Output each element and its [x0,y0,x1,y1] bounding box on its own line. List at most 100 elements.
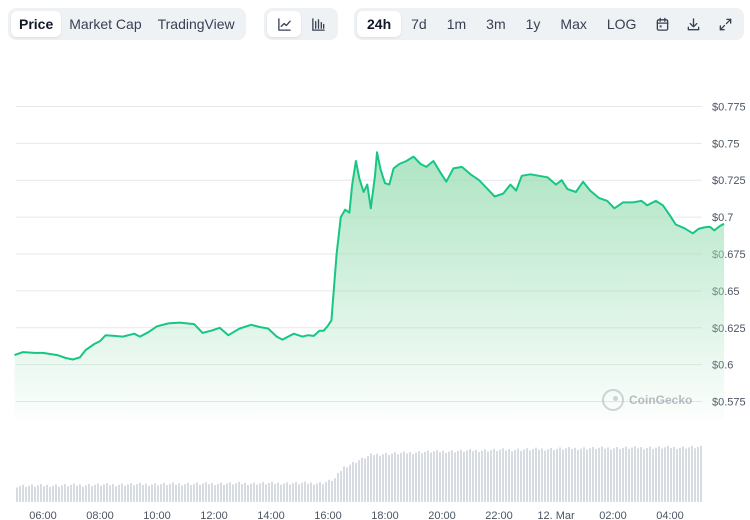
volume-bar [466,450,468,502]
volume-bar [40,483,42,502]
volume-bar [331,480,333,502]
volume-bar [649,446,651,502]
y-tick-label: $0.75 [712,138,740,150]
volume-bar [421,453,423,502]
volume-bar [433,451,435,502]
volume-bar [205,482,207,502]
volume-bar [580,448,582,502]
watermark-text: CoinGecko [629,393,693,407]
x-tick-label: 04:00 [656,510,684,520]
volume-bar [271,481,273,502]
volume-bar [574,447,576,502]
volume-bar [283,483,285,502]
coingecko-logo-icon [602,389,624,411]
volume-bar [562,449,564,502]
volume-bar [541,448,543,502]
volume-bar [388,454,390,502]
volume-bar [352,462,354,502]
volume-bar [505,450,507,502]
volume-bar [472,451,474,502]
volume-bar [178,483,180,502]
volume-bar [382,454,384,502]
volume-bar [265,484,267,502]
volume-bar [109,485,111,502]
volume-bar [307,483,309,502]
volume-bar [346,467,348,502]
volume-bar [145,483,147,502]
volume-bar [49,487,51,502]
x-tick-label: 14:00 [257,510,285,520]
x-tick-label: 08:00 [86,510,114,520]
volume-bar [58,486,60,502]
volume-bar [568,446,570,502]
volume-bar [613,448,615,502]
volume-bar [370,453,372,502]
volume-bar [565,448,567,502]
volume-bar [430,452,432,502]
volume-bar [595,449,597,502]
volume-bar [604,448,606,502]
volume-bar [583,447,585,502]
price-chart[interactable]: $0.575$0.6$0.625$0.65$0.675$0.7$0.725$0.… [0,0,750,520]
volume-bar [628,448,630,502]
volume-bar [154,483,156,502]
volume-bar [25,487,27,502]
volume-bar [31,484,33,502]
volume-bar [181,485,183,502]
volume-bar [70,484,72,502]
volume-bar [232,484,234,502]
volume-bar [658,446,660,502]
volume-bar [304,481,306,502]
volume-bar [22,484,24,502]
volume-bar [523,449,525,502]
volume-bar [529,450,531,502]
volume-bar [526,448,528,502]
volume-bar [118,484,120,502]
volume-bar [478,452,480,502]
volume-bar [313,484,315,502]
volume-bar [262,482,264,502]
volume-bar [184,484,186,502]
volume-bar [94,484,96,502]
volume-bar [37,485,39,502]
volume-bar [286,482,288,502]
volume-bar [223,484,225,502]
volume-bar [367,455,369,502]
coingecko-watermark: CoinGecko [602,389,692,411]
volume-bar [64,483,66,502]
volume-bar [172,482,174,502]
volume-bar [19,486,21,502]
volume-bar [493,448,495,502]
volume-bar [514,449,516,502]
volume-bar [61,485,63,502]
volume-bar [229,482,231,502]
volume-bar [688,447,690,502]
x-tick-label: 06:00 [29,510,57,520]
volume-bar [130,483,132,502]
volume-bar [163,482,165,502]
volume-bar [640,447,642,502]
volume-bar [622,447,624,502]
volume-bar [115,486,117,502]
volume-bar [697,446,699,502]
volume-bar [277,482,279,502]
volume-bar [361,457,363,502]
volume-bar [355,462,357,502]
volume-bar [379,455,381,502]
volume-bar [334,478,336,502]
x-tick-label: 10:00 [143,510,171,520]
volume-bar [274,483,276,502]
volume-bar [343,466,345,502]
volume-bar [607,447,609,502]
volume-bar [295,481,297,502]
volume-bar [322,484,324,502]
y-tick-label: $0.7 [712,212,733,224]
volume-bar [439,452,441,502]
volume-bar [499,449,501,502]
volume-bar [487,451,489,502]
volume-bar [268,482,270,502]
volume-bar [34,486,36,502]
volume-bar [364,458,366,502]
x-tick-label: 20:00 [428,510,456,520]
volume-bar [241,484,243,502]
